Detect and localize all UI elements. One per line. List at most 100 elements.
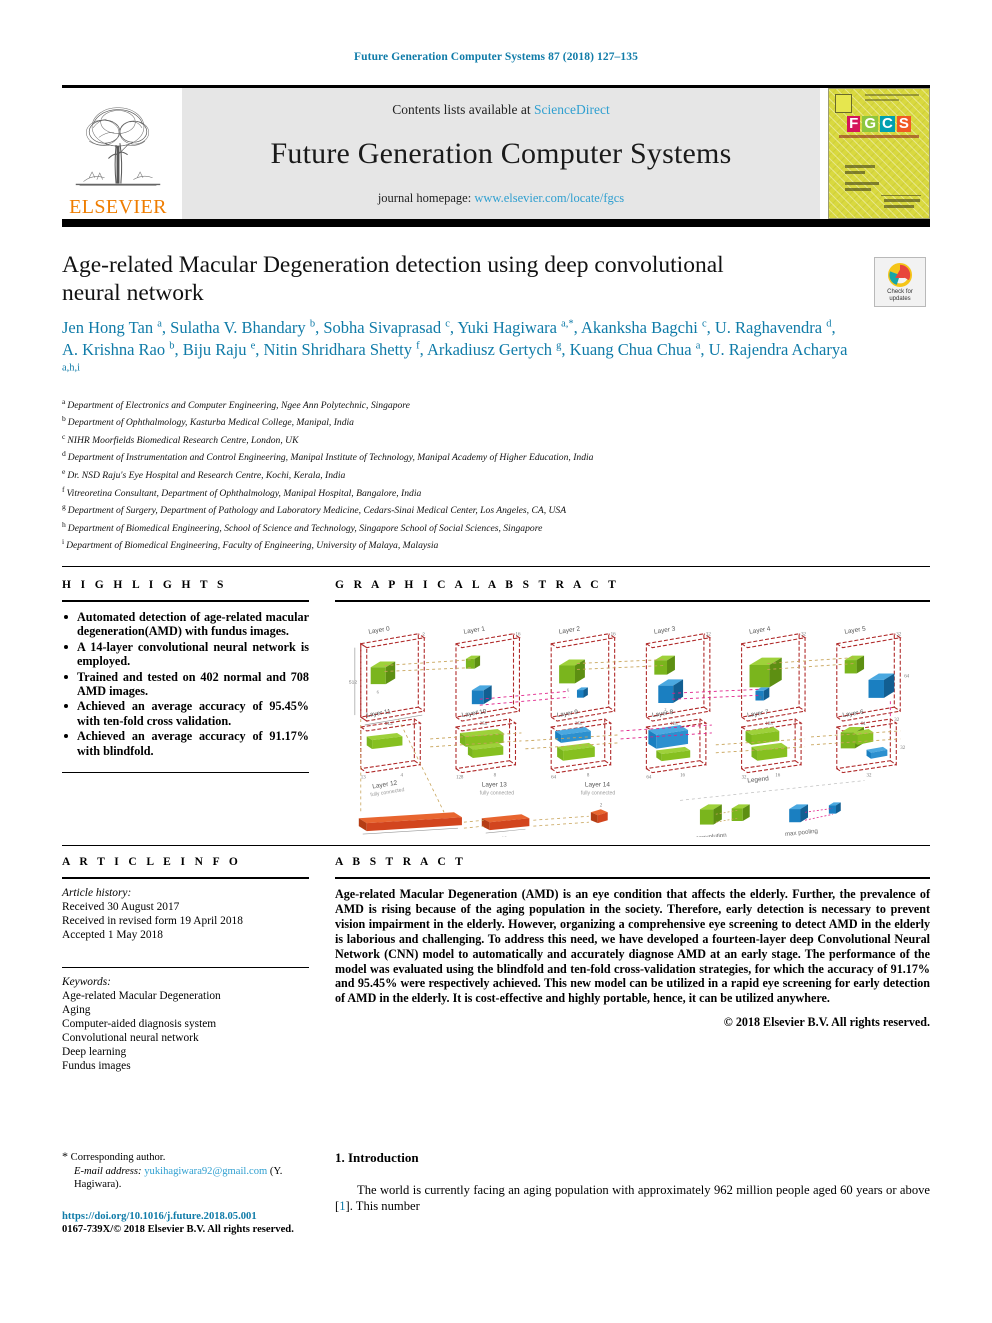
cover-letter: F (847, 114, 861, 132)
highlight-item: Achieved an average accuracy of 95.45% w… (62, 699, 309, 728)
abstract-column: A B S T R A C T Age-related Macular Dege… (335, 856, 930, 1073)
svg-text:64: 64 (551, 776, 556, 781)
affiliation-item: f Vitreoretina Consultant, Department of … (62, 483, 930, 501)
highlight-item: Automated detection of age-related macul… (62, 610, 309, 639)
svg-text:512: 512 (349, 679, 357, 685)
svg-text:16: 16 (515, 633, 520, 638)
affiliation-item: g Department of Surgery, Department of Pa… (62, 500, 930, 518)
svg-text:13: 13 (361, 776, 366, 781)
keyword-item: Convolutional neural network (62, 1031, 199, 1044)
crossmark-icon (888, 262, 912, 287)
highlights-bottom-rule (62, 772, 309, 774)
email-link[interactable]: yukihagiwara92@gmail.com (144, 1166, 267, 1177)
keywords-block: Keywords: Age-related Macular Degenerati… (62, 975, 309, 1073)
corresponding-marker: * (62, 1149, 68, 1164)
cover-topbar (835, 93, 923, 113)
highlight-item: Trained and tested on 402 normal and 708… (62, 670, 309, 699)
introduction-column: 1. Introduction The world is currently f… (335, 1150, 930, 1237)
affiliation-item: c NIHR Moorfields Biomedical Research Cen… (62, 430, 930, 448)
elsevier-wordmark: ELSEVIER (69, 195, 167, 218)
svg-text:6: 6 (377, 689, 380, 694)
affiliation-item: a Department of Electronics and Computer … (62, 395, 930, 413)
title-block: Age-related Macular Degeneration detecti… (62, 251, 930, 383)
journal-band: Contents lists available at ScienceDirec… (182, 87, 820, 219)
journal-homepage-link[interactable]: www.elsevier.com/locate/fgcs (474, 191, 624, 205)
svg-text:Layer 14: Layer 14 (585, 781, 610, 788)
highlights-list: Automated detection of age-related macul… (62, 610, 309, 758)
svg-text:fully connected: fully connected (581, 790, 615, 796)
issn-copyright: 0167-739X/© 2018 Elsevier B.V. All right… (62, 1224, 294, 1236)
cover-letter: G (862, 114, 878, 132)
affiliation-item: b Department of Ophthalmology, Kasturba M… (62, 412, 930, 430)
intro-text-part2: ]. This number (345, 1198, 420, 1213)
article-history-label: Article history: (62, 886, 132, 899)
paper-page: Future Generation Computer Systems 87 (2… (0, 0, 992, 1323)
svg-text:convolution: convolution (695, 832, 727, 837)
affiliation-text: NIHR Moorfields Biomedical Research Cent… (67, 435, 299, 446)
keyword-item: Aging (62, 1003, 91, 1016)
affiliation-item: i Department of Biomedical Engineering, F… (62, 535, 930, 553)
svg-text:32: 32 (896, 633, 901, 638)
affiliation-item: e Dr. NSD Raju's Eye Hospital and Researc… (62, 465, 930, 483)
keyword-item: Deep learning (62, 1045, 127, 1058)
cover-letter: S (896, 114, 911, 132)
contents-prefix: Contents lists available at (392, 101, 531, 117)
article-info-column: A R T I C L E I N F O Article history: R… (62, 856, 309, 1073)
abstract-body: Age-related Macular Degeneration (AMD) i… (335, 886, 930, 1006)
journal-cover-thumbnail[interactable]: F G C S (828, 87, 930, 219)
svg-text:2: 2 (422, 632, 425, 638)
corresponding-text: Corresponding author. (70, 1152, 166, 1164)
svg-text:Legend: Legend (747, 775, 770, 784)
keywords-list: Age-related Macular Degeneration Aging Com… (62, 989, 309, 1073)
svg-text:8: 8 (587, 774, 590, 779)
journal-masthead: ELSEVIER Contents lists available at Sci… (62, 84, 930, 219)
svg-text:32: 32 (867, 774, 872, 779)
svg-text:8: 8 (494, 774, 497, 779)
keywords-rule (62, 966, 309, 968)
svg-text:Layer 4: Layer 4 (749, 625, 772, 635)
svg-text:32: 32 (706, 633, 711, 638)
svg-text:4: 4 (400, 774, 403, 779)
elsevier-tree-icon (75, 106, 161, 186)
cnn-architecture-diagram: Layer 0 2 512 512 6 Layer 1 16 256 2 Lay… (349, 625, 910, 837)
homepage-line: journal homepage: www.elsevier.com/locat… (378, 191, 624, 206)
cover-elsevier-mark-icon (835, 93, 852, 113)
graphical-abstract-rule (335, 599, 930, 602)
abstract-heading: A B S T R A C T (335, 855, 467, 868)
graphical-abstract-column: G R A P H I C A L A B S T R A C T Layer … (335, 579, 930, 837)
contents-line: Contents lists available at ScienceDirec… (392, 102, 609, 118)
article-history-item: Received 30 August 2017 (62, 900, 180, 913)
masthead-bottom-rule (62, 218, 930, 227)
doi-block: https://doi.org/10.1016/j.future.2018.05… (62, 1210, 309, 1237)
introduction-heading: 1. Introduction (335, 1150, 419, 1166)
running-head: Future Generation Computer Systems 87 (2… (354, 51, 638, 63)
sciencedirect-link[interactable]: ScienceDirect (534, 102, 610, 117)
svg-text:128: 128 (456, 776, 464, 781)
doi-link[interactable]: https://doi.org/10.1016/j.future.2018.05… (62, 1211, 257, 1222)
svg-text:max pooling: max pooling (785, 828, 819, 837)
svg-text:32: 32 (894, 718, 899, 723)
article-history-list: Received 30 August 2017 Received in revis… (62, 900, 309, 942)
highlights-heading: H I G H L I G H T S (62, 578, 227, 591)
highlights-rule (62, 599, 309, 602)
corresponding-author-note: * Corresponding author. E-mail address: … (62, 1150, 309, 1192)
section-divider (62, 565, 930, 567)
article-history: Article history: Received 30 August 2017… (62, 886, 309, 942)
highlight-item: Achieved an average accuracy of 91.17% w… (62, 729, 309, 758)
svg-text:16: 16 (775, 774, 780, 779)
intro-text-part1: The world is currently facing an aging p… (335, 1183, 930, 1213)
crossmark-label: Check for updates (887, 288, 913, 302)
cover-subtitle-bar (839, 134, 919, 138)
svg-text:Layer 5: Layer 5 (844, 625, 867, 635)
affiliation-text: Dr. NSD Raju's Eye Hospital and Research… (67, 470, 346, 482)
svg-text:Layer 10: Layer 10 (461, 708, 487, 719)
cover-fgcs-letters: F G C S (829, 114, 929, 132)
svg-text:2: 2 (600, 803, 603, 808)
crossmark-badge[interactable]: Check for updates (874, 256, 926, 307)
affiliation-text: Department of Surgery, Department of Pat… (67, 505, 567, 517)
abstract-copyright: © 2018 Elsevier B.V. All rights reserved… (723, 1015, 930, 1030)
affiliation-text: Department of Ophthalmology, Kasturba Me… (67, 417, 354, 429)
graphical-abstract-heading: G R A P H I C A L A B S T R A C T (335, 578, 620, 591)
page-footer-region: * Corresponding author. E-mail address: … (62, 1150, 930, 1237)
svg-text:2: 2 (759, 695, 761, 700)
